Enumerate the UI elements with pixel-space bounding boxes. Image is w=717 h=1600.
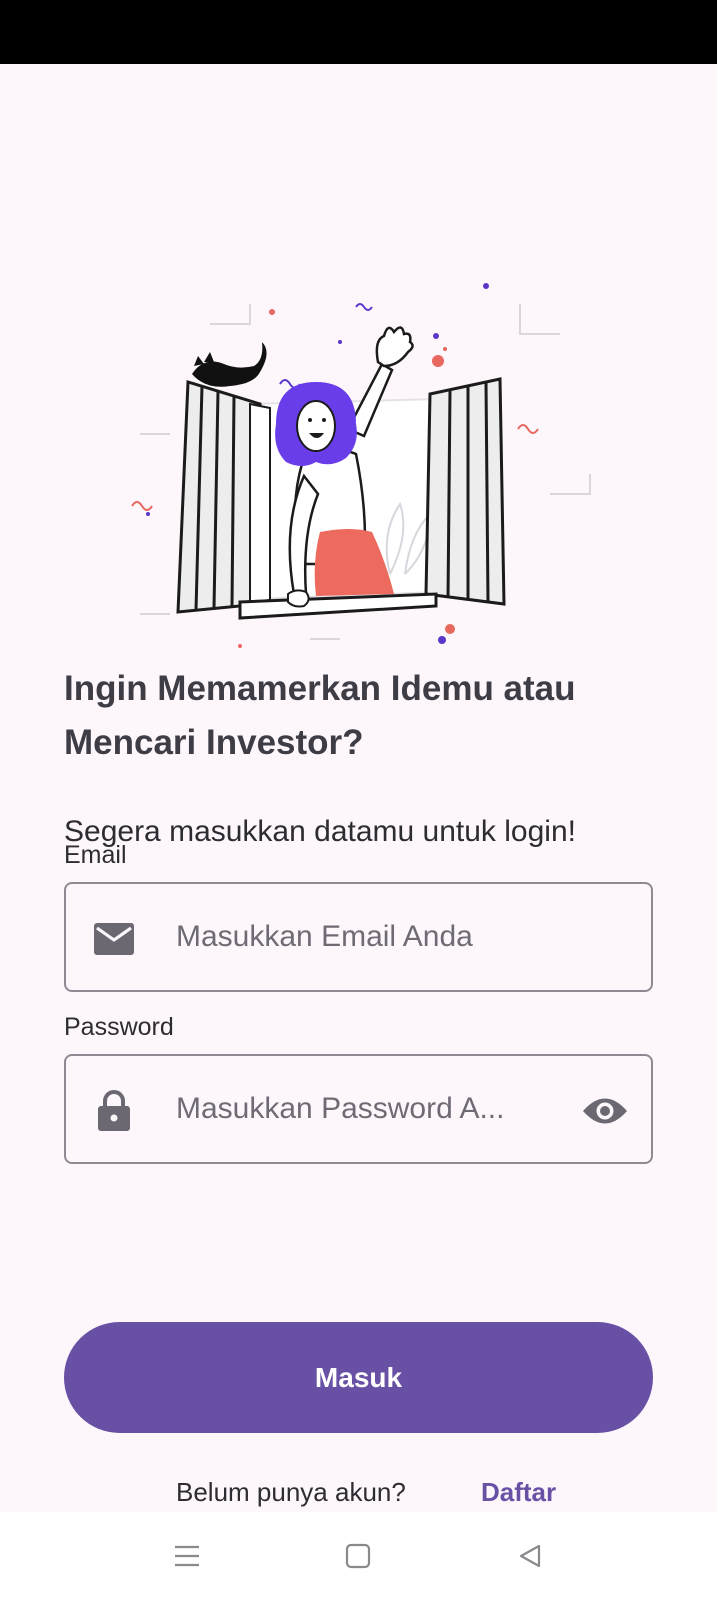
page-title: Ingin Memamerkan Idemu atau Mencari Inve… (64, 669, 576, 762)
page-subtitle: Segera masukkan datamu untuk login! (64, 815, 576, 848)
lock-icon (92, 1089, 136, 1133)
woman-waving-at-window-illustration (131, 283, 591, 648)
email-input[interactable] (176, 904, 556, 970)
triangle-back-icon[interactable] (508, 1534, 552, 1578)
login-button[interactable]: Masuk (64, 1322, 653, 1433)
square-icon[interactable] (336, 1534, 380, 1578)
signup-link[interactable]: Daftar (481, 1472, 556, 1512)
signup-prompt: Belum punya akun? (176, 1477, 406, 1507)
menu-icon[interactable] (165, 1534, 209, 1578)
password-label: Password (64, 1013, 174, 1041)
system-navigation-bar (0, 1512, 717, 1600)
password-input[interactable] (176, 1076, 556, 1142)
mail-icon (92, 917, 136, 961)
status-bar (0, 0, 717, 64)
email-label: Email (64, 841, 127, 869)
eye-icon[interactable] (581, 1089, 629, 1133)
signup-row: Belum punya akun? Daftar (0, 1472, 717, 1512)
password-field[interactable] (64, 1054, 653, 1164)
login-screen: Ingin Memamerkan Idemu atau Mencari Inve… (0, 64, 717, 1512)
email-field[interactable] (64, 882, 653, 992)
